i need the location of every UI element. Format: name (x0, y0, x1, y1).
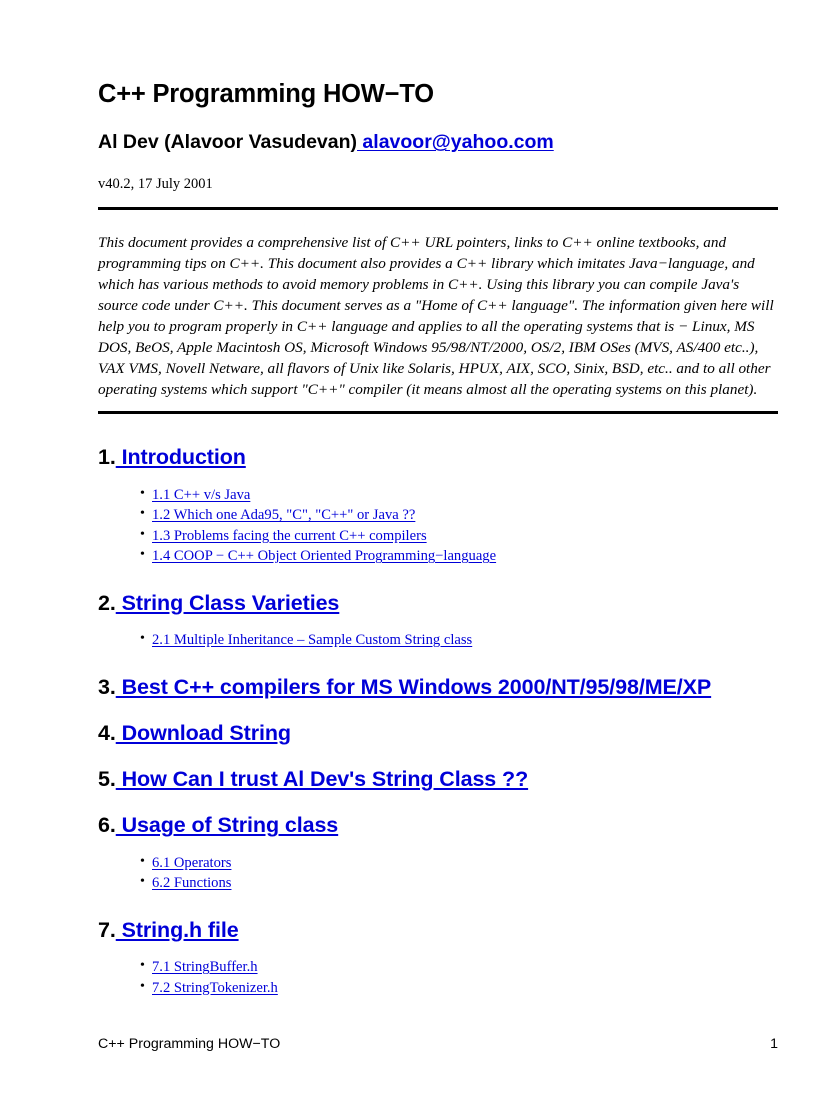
page-footer: C++ Programming HOW−TO 1 (98, 1036, 778, 1052)
toc-number-6: 6. (98, 813, 116, 838)
toc-heading-3: 3. Best C++ compilers for MS Windows 200… (98, 651, 778, 701)
toc-sublink-6-2[interactable]: 6.2 Functions (152, 875, 231, 891)
list-item: 7.1 StringBuffer.h (98, 956, 778, 978)
toc-sublink-1-3[interactable]: 1.3 Problems facing the current C++ comp… (152, 528, 427, 544)
document-content: C++ Programming HOW−TO Al Dev (Alavoor V… (98, 0, 778, 998)
toc-link-string-h-file[interactable]: String.h file (116, 918, 239, 942)
document-page: C++ Programming HOW−TO Al Dev (Alavoor V… (0, 0, 826, 1100)
list-item: 6.2 Functions (98, 872, 778, 894)
toc-sublink-6-1[interactable]: 6.1 Operators (152, 855, 231, 871)
version-date: v40.2, 17 July 2001 (98, 175, 213, 192)
abstract-paragraph: This document provides a comprehensive l… (98, 234, 774, 399)
toc-number-4: 4. (98, 720, 116, 745)
list-item: 2.1 Multiple Inheritance – Sample Custom… (98, 629, 778, 651)
toc-sublist-2: 2.1 Multiple Inheritance – Sample Custom… (98, 617, 778, 651)
toc-link-string-class-varieties[interactable]: String Class Varieties (116, 591, 340, 615)
toc-sublist-6: 6.1 Operators 6.2 Functions (98, 840, 778, 894)
list-item: 1.1 C++ v/s Java (98, 484, 778, 506)
footer-document-title: C++ Programming HOW−TO (98, 1036, 281, 1052)
author-line: Al Dev (Alavoor Vasudevan) alavoor@yahoo… (98, 109, 778, 154)
toc-sublink-2-1[interactable]: 2.1 Multiple Inheritance – Sample Custom… (152, 632, 472, 648)
author-name: Al Dev (Alavoor Vasudevan) (98, 131, 358, 154)
page-title: C++ Programming HOW−TO (98, 80, 434, 108)
list-item: 1.3 Problems facing the current C++ comp… (98, 525, 778, 547)
list-item: 6.1 Operators (98, 852, 778, 874)
toc-link-best-cpp-compilers[interactable]: Best C++ compilers for MS Windows 2000/N… (116, 675, 712, 699)
toc-heading-1: 1. Introduction (98, 444, 778, 471)
footer-page-number: 1 (770, 1036, 778, 1052)
toc-heading-7: 7. String.h file (98, 894, 778, 944)
toc-heading-4: 4. Download String (98, 701, 778, 747)
toc-sublist-1: 1.1 C++ v/s Java 1.2 Which one Ada95, "C… (98, 472, 778, 567)
toc-sublist-7: 7.1 StringBuffer.h 7.2 StringTokenizer.h (98, 944, 778, 998)
toc-number-1: 1. (98, 445, 116, 470)
toc-sublink-1-2[interactable]: 1.2 Which one Ada95, "C", "C++" or Java … (152, 507, 415, 523)
toc-number-2: 2. (98, 590, 116, 615)
toc-link-trust-string-class[interactable]: How Can I trust Al Dev's String Class ?? (116, 767, 529, 791)
table-of-contents: 1. Introduction 1.1 C++ v/s Java 1.2 Whi… (98, 414, 778, 998)
list-item: 7.2 StringTokenizer.h (98, 977, 778, 999)
list-item: 1.2 Which one Ada95, "C", "C++" or Java … (98, 504, 778, 526)
list-item: 1.4 COOP − C++ Object Oriented Programmi… (98, 545, 778, 567)
toc-sublink-1-4[interactable]: 1.4 COOP − C++ Object Oriented Programmi… (152, 548, 496, 564)
toc-link-usage-of-string-class[interactable]: Usage of String class (116, 813, 339, 837)
toc-sublink-7-2[interactable]: 7.2 StringTokenizer.h (152, 980, 278, 996)
toc-number-3: 3. (98, 674, 116, 699)
toc-sublink-1-1[interactable]: 1.1 C++ v/s Java (152, 487, 250, 503)
toc-heading-5: 5. How Can I trust Al Dev's String Class… (98, 747, 778, 793)
toc-heading-2: 2. String Class Varieties (98, 567, 778, 617)
toc-link-download-string[interactable]: Download String (116, 721, 291, 745)
toc-number-5: 5. (98, 767, 116, 792)
toc-heading-6: 6. Usage of String class (98, 793, 778, 839)
toc-number-7: 7. (98, 917, 116, 942)
toc-sublink-7-1[interactable]: 7.1 StringBuffer.h (152, 959, 258, 975)
author-email-link[interactable]: alavoor@yahoo.com (357, 131, 553, 153)
toc-link-introduction[interactable]: Introduction (116, 445, 246, 469)
